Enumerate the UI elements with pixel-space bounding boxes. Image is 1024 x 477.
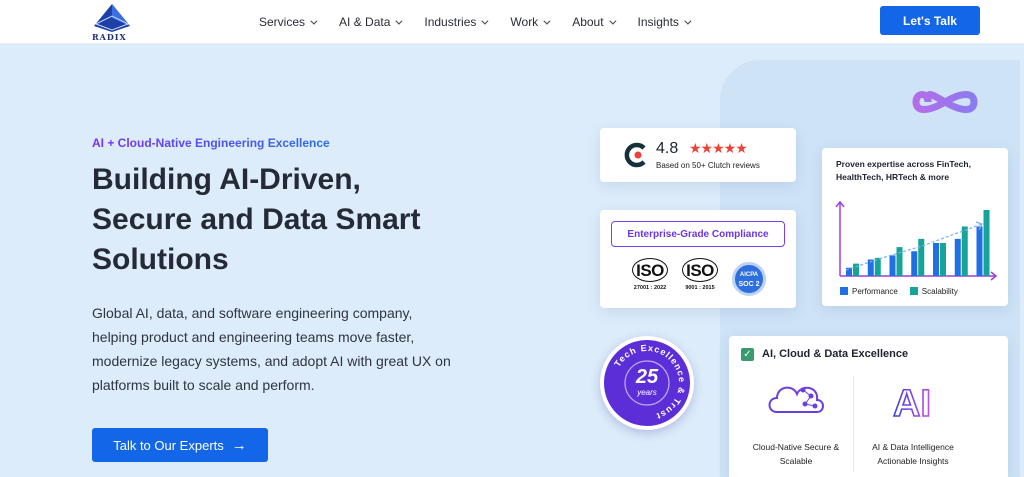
chevron-down-icon (684, 17, 692, 25)
cloud-caption: Cloud-Native Secure & Scalable (741, 440, 851, 468)
checkbox-checked-icon: ✓ (741, 348, 754, 361)
caption-line: Scalable (779, 456, 813, 466)
trust-years-badge: Tech Excellence & Trust 25 years (600, 336, 694, 430)
scalability-bar (896, 247, 903, 276)
nav-label: Insights (637, 15, 679, 29)
clutch-logo-icon (624, 142, 646, 168)
nav-label: About (572, 15, 604, 29)
chevron-down-icon (543, 17, 551, 25)
performance-bar (954, 238, 961, 276)
iso-ring-icon (632, 258, 668, 282)
legend-swatch (909, 287, 918, 295)
headline-line: Building AI-Driven, (92, 163, 361, 196)
performance-bar (911, 251, 918, 276)
nav-item-about[interactable]: About (572, 15, 616, 29)
excellence-title: AI, Cloud & Data Excellence (762, 348, 909, 360)
clutch-review-count: Based on 50+ Clutch reviews (656, 161, 760, 170)
scalability-bar (983, 210, 990, 276)
nav-item-work[interactable]: Work (510, 15, 551, 29)
chart-title: Proven expertise across FinTech, HealthT… (836, 159, 971, 182)
hero-headline: Building AI-Driven, Secure and Data Smar… (92, 160, 492, 280)
top-navbar: RADIX Services AI & Data Industries Work… (0, 0, 1024, 44)
legend-scalability: Scalability (909, 287, 958, 296)
compliance-title: Enterprise-Grade Compliance (611, 221, 785, 247)
nav-item-industries[interactable]: Industries (424, 15, 489, 29)
clutch-rating-value: 4.8 (656, 140, 679, 157)
headline-line: Solutions (92, 243, 229, 276)
nav-item-insights[interactable]: Insights (637, 15, 692, 29)
excellence-card: ✓ AI, Cloud & Data Excellence AI Cloud-N… (729, 336, 1008, 477)
main-menu: Services AI & Data Industries Work About… (259, 0, 713, 44)
performance-bar (846, 267, 852, 276)
infinity-icon (912, 91, 978, 113)
talk-to-experts-button[interactable]: Talk to Our Experts → (92, 428, 268, 462)
arrow-right-icon: → (231, 436, 247, 454)
badge-number: 25 (635, 366, 659, 388)
chevron-down-icon (481, 17, 489, 25)
legend-performance: Performance (840, 287, 898, 296)
caption-line: AI & Data Intelligence (872, 442, 954, 452)
lets-talk-button[interactable]: Let's Talk (880, 6, 980, 35)
caption-line: Actionable Insights (877, 456, 949, 466)
scalability-bar (940, 243, 946, 276)
iso-code: 9001 : 2015 (685, 285, 715, 291)
headline-line: Secure and Data Smart (92, 203, 421, 236)
soc-top: AICPA (739, 272, 759, 278)
chart-legend: Performance Scalability (840, 287, 958, 296)
iso-9001-badge: ISO 9001 : 2015 (680, 258, 720, 291)
legend-label: Performance (852, 287, 898, 296)
nav-label: Services (259, 15, 306, 29)
legend-swatch (840, 287, 848, 295)
column-divider (853, 376, 854, 472)
expertise-chart-card: Proven expertise across FinTech, HealthT… (822, 148, 1008, 306)
ai-icon: AI (892, 382, 932, 424)
hero-eyebrow: AI + Cloud-Native Engineering Excellence (92, 136, 330, 150)
chevron-down-icon (608, 17, 616, 25)
ai-icon-text: AI (893, 383, 931, 424)
performance-bar (933, 243, 939, 276)
iso-27001-badge: ISO 27001 : 2022 (630, 258, 670, 291)
ai-caption: AI & Data Intelligence Actionable Insigh… (859, 440, 967, 468)
performance-bar (976, 226, 983, 276)
nav-label: Industries (424, 15, 477, 29)
soc-bottom: SOC 2 (738, 281, 760, 288)
chevron-down-icon (310, 17, 318, 25)
performance-bar (889, 255, 896, 276)
brand-name[interactable]: RADIX (92, 32, 127, 42)
growth-bar-chart (835, 200, 998, 281)
star-rating-icon: ★★★★★ (689, 140, 748, 156)
nav-item-ai-data[interactable]: AI & Data (339, 15, 403, 29)
caption-line: Cloud-Native Secure & (752, 442, 840, 452)
cloud-network-icon (768, 386, 824, 413)
iso-code: 27001 : 2022 (633, 285, 667, 291)
scalability-bar (918, 238, 925, 276)
nav-item-services[interactable]: Services (259, 15, 318, 29)
nav-label: AI & Data (339, 15, 391, 29)
soc2-badge: AICPA SOC 2 (732, 262, 766, 296)
compliance-card: Enterprise-Grade Compliance ISO 27001 : … (600, 210, 796, 308)
scalability-bar (961, 226, 968, 276)
cta-label: Talk to Our Experts (113, 437, 224, 453)
iso-ring-icon (682, 258, 718, 282)
badge-unit: years (637, 388, 657, 397)
chevron-down-icon (395, 17, 403, 25)
hero-description: Global AI, data, and software engineerin… (92, 305, 451, 393)
clutch-rating-card[interactable]: 4.8 ★★★★★ Based on 50+ Clutch reviews (600, 128, 796, 182)
nav-label: Work (510, 15, 539, 29)
legend-label: Scalability (921, 287, 958, 296)
